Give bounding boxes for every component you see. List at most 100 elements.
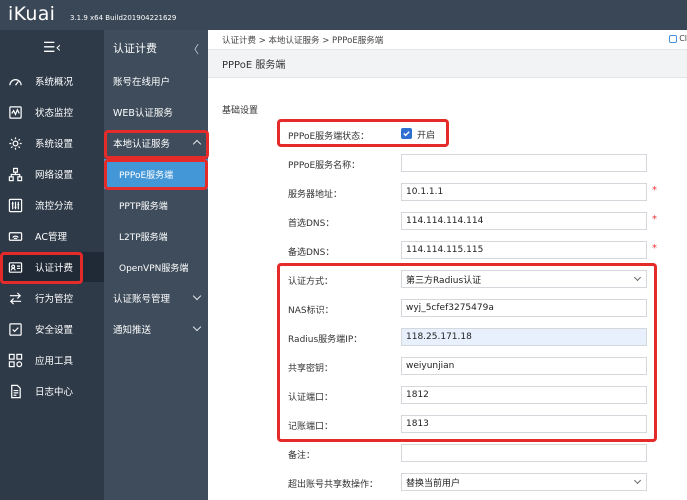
sub-item-account-mgmt[interactable]: 认证账号管理 <box>104 283 208 313</box>
exceed-action-value: 替换当前用户 <box>406 478 461 489</box>
version-text: 3.1.9 x64 Build201904221629 <box>70 14 177 22</box>
sidebar-item-monitor[interactable]: 状态监控 <box>0 97 104 127</box>
sidebar-item-behavior[interactable]: 行为管控 <box>0 283 104 313</box>
required-mark: * <box>652 243 657 254</box>
sidebar-item-label: 系统设置 <box>35 139 74 150</box>
sub-item-openvpn-server[interactable]: OpenVPN服务端 <box>104 252 208 282</box>
required-mark: * <box>652 185 657 196</box>
server-address-label: 服务器地址： <box>288 190 343 200</box>
acct-port-input[interactable]: 1813 <box>401 415 647 433</box>
exceed-action-label: 超出账号共享数操作： <box>288 480 379 490</box>
chevron-left-icon[interactable]: 〈 <box>188 41 199 57</box>
radius-ip-label: Radius服务端IP： <box>288 335 363 345</box>
sub-item-label: 通知推送 <box>113 325 152 336</box>
nas-id-input[interactable]: wyj_5cfef3275479a <box>401 299 647 317</box>
enable-label: 开启 <box>417 131 436 141</box>
page-title-bar: PPPoE 服务端 <box>208 50 687 78</box>
checkmark-icon <box>403 131 410 137</box>
auth-port-label: 认证端口： <box>288 393 334 403</box>
sub-item-notify[interactable]: 通知推送 <box>104 314 208 344</box>
sub-item-label: 本地认证服务 <box>113 139 171 150</box>
sidebar-item-system-settings[interactable]: 系统设置 <box>0 128 104 158</box>
sidebar-item-network[interactable]: 网络设置 <box>0 159 104 189</box>
secondary-dns-label: 备选DNS： <box>288 248 335 258</box>
radius-ip-input[interactable]: 118.25.171.18 <box>401 328 647 346</box>
chevron-down-icon <box>633 476 642 485</box>
sidebar-item-apps[interactable]: 应用工具 <box>0 345 104 375</box>
section-title: 基础设置 <box>222 106 259 116</box>
sidebar-item-label: 行为管控 <box>35 294 74 305</box>
apps-icon <box>7 352 23 368</box>
gear-icon <box>7 135 23 151</box>
secondary-dns-input[interactable]: 114.114.115.115 <box>401 241 647 259</box>
id-card-icon <box>7 259 23 275</box>
breadcrumb-bar: 认证计费 > 本地认证服务 > PPPoE服务端 Cl <box>208 30 687 50</box>
sidebar-item-auth-billing[interactable]: 认证计费 <box>0 252 104 282</box>
sidebar-item-ac[interactable]: AC管理 <box>0 221 104 251</box>
sidebar-item-label: 应用工具 <box>35 356 74 367</box>
shield-icon <box>7 321 23 337</box>
sidebar-item-label: 认证计费 <box>35 263 74 274</box>
sidebar-item-label: 流控分流 <box>35 201 74 212</box>
chevron-down-icon <box>192 291 202 301</box>
sub-item-label: PPTP服务端 <box>119 201 168 212</box>
sidebar-item-label: 状态监控 <box>35 108 74 119</box>
auth-port-input[interactable]: 1812 <box>401 386 647 404</box>
chevron-down-icon <box>192 322 202 332</box>
sidebar-item-security[interactable]: 安全设置 <box>0 314 104 344</box>
sub-item-online-users[interactable]: 账号在线用户 <box>104 66 208 96</box>
service-name-label: PPPoE服务名称： <box>288 161 361 171</box>
sub-sidebar: 认证计费 〈 账号在线用户 WEB认证服务 本地认证服务 PPPoE服务端 PP… <box>104 30 208 500</box>
sub-item-local-auth[interactable]: 本地认证服务 <box>104 128 208 158</box>
top-right-label: Cl <box>679 34 687 43</box>
shared-secret-label: 共享密钥： <box>288 364 334 374</box>
clock-icon <box>669 34 678 43</box>
arrows-icon <box>7 290 23 306</box>
primary-dns-label: 首选DNS： <box>288 219 335 229</box>
shared-secret-input[interactable]: weiyunjian <box>401 357 647 375</box>
top-right-control[interactable]: Cl <box>669 34 687 43</box>
note-input[interactable] <box>401 444 647 462</box>
main-sidebar: ☰‹ 系统概况 状态监控 系统设置 网络设置 流控分流 AC管理 认证计费 行为… <box>0 30 104 500</box>
sub-item-pptp-server[interactable]: PPTP服务端 <box>104 190 208 220</box>
wifi-icon <box>7 228 23 244</box>
primary-dns-input[interactable]: 114.114.114.114 <box>401 212 647 230</box>
sidebar-item-flow-control[interactable]: 流控分流 <box>0 190 104 220</box>
menu-collapse-icon[interactable]: ☰‹ <box>0 30 104 66</box>
sidebar-item-logs[interactable]: 日志中心 <box>0 376 104 406</box>
nas-id-label: NAS标识： <box>288 306 334 316</box>
sub-item-pppoe-server[interactable]: PPPoE服务端 <box>104 159 208 189</box>
exceed-action-select[interactable]: 替换当前用户 <box>401 473 647 491</box>
sub-item-web-auth[interactable]: WEB认证服务 <box>104 97 208 127</box>
service-name-input[interactable] <box>401 154 647 172</box>
sub-sidebar-title: 认证计费 〈 <box>104 30 208 66</box>
breadcrumb: 认证计费 > 本地认证服务 > PPPoE服务端 <box>222 35 384 46</box>
sidebar-item-label: 日志中心 <box>35 387 74 398</box>
sidebar-item-label: 安全设置 <box>35 325 74 336</box>
sub-item-l2tp-server[interactable]: L2TP服务端 <box>104 221 208 251</box>
sidebar-item-overview[interactable]: 系统概况 <box>0 66 104 96</box>
brand-logo: iKuai <box>8 3 56 25</box>
page-title: PPPoE 服务端 <box>222 60 286 71</box>
chevron-up-icon <box>192 139 202 149</box>
monitor-icon <box>7 104 23 120</box>
auth-method-value: 第三方Radius认证 <box>406 275 482 286</box>
server-address-input[interactable]: 10.1.1.1 <box>401 183 647 201</box>
sidebar-item-label: 系统概况 <box>35 77 74 88</box>
chevron-down-icon <box>633 273 642 282</box>
auth-method-select[interactable]: 第三方Radius认证 <box>401 270 647 288</box>
sliders-icon <box>7 197 23 213</box>
speedometer-icon <box>7 73 23 89</box>
auth-method-label: 认证方式： <box>288 277 334 287</box>
sub-item-label: 账号在线用户 <box>113 77 171 88</box>
enable-checkbox[interactable] <box>401 128 412 139</box>
top-bar: iKuai 3.1.9 x64 Build201904221629 <box>0 0 687 30</box>
sub-item-label: L2TP服务端 <box>119 232 168 243</box>
sub-item-label: PPPoE服务端 <box>119 170 174 181</box>
status-label: PPPoE服务端状态： <box>288 132 370 142</box>
sidebar-item-label: 网络设置 <box>35 170 74 181</box>
acct-port-label: 记账端口： <box>288 422 334 432</box>
note-label: 备注： <box>288 451 316 461</box>
sub-item-label: WEB认证服务 <box>113 108 173 119</box>
sub-item-label: OpenVPN服务端 <box>119 263 189 274</box>
